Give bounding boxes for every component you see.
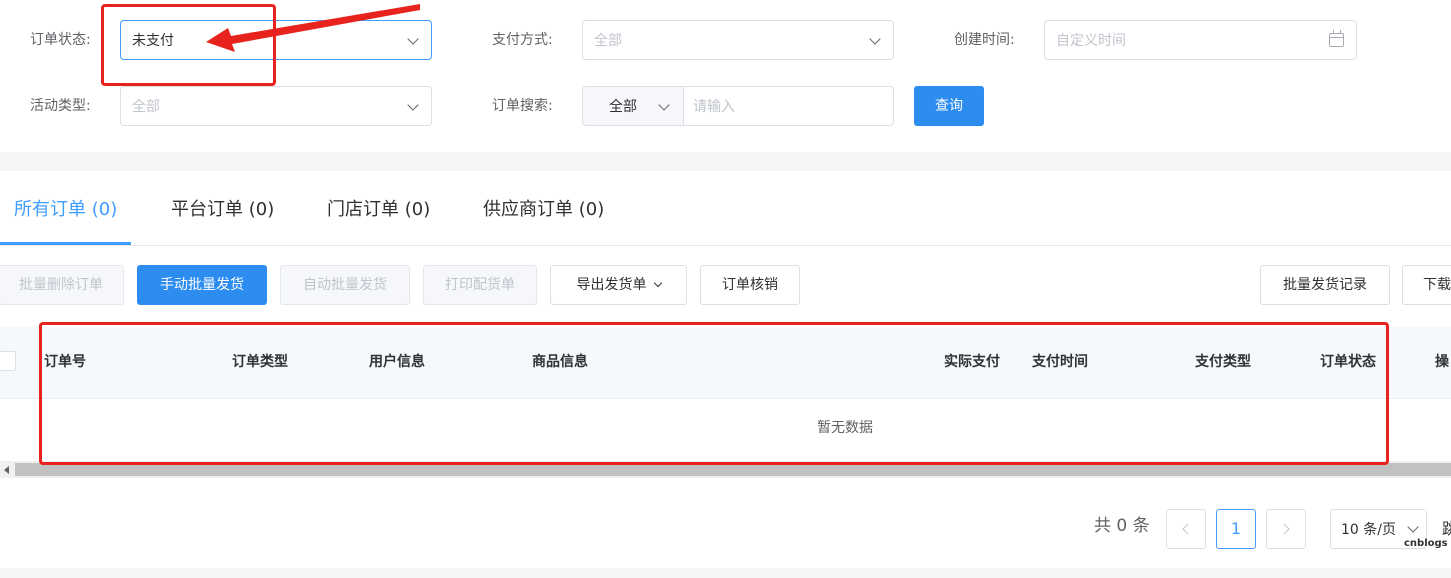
chevron-down-icon bbox=[407, 33, 419, 45]
chevron-down-icon bbox=[869, 33, 881, 45]
watermark-logo: cnblogs bbox=[1404, 538, 1448, 549]
column-order-no: 订单号 bbox=[44, 354, 86, 370]
tab-supplier-orders[interactable]: 供应商订单 (0) bbox=[483, 198, 604, 222]
order-status-select[interactable]: 未支付 bbox=[120, 20, 432, 60]
order-tabs: 所有订单 (0) 平台订单 (0) 门店订单 (0) 供应商订单 (0) bbox=[0, 171, 1451, 246]
auto-batch-ship-button[interactable]: 自动批量发货 bbox=[280, 265, 410, 305]
batch-delete-button[interactable]: 批量删除订单 bbox=[0, 265, 124, 305]
column-order-status: 订单状态 bbox=[1320, 354, 1376, 370]
active-tab-indicator bbox=[0, 242, 131, 245]
export-shipping-dropdown[interactable]: 导出发货单 bbox=[550, 265, 687, 305]
column-order-type: 订单类型 bbox=[232, 354, 288, 370]
section-divider bbox=[0, 152, 1451, 171]
chevron-down-icon bbox=[653, 278, 662, 288]
filter-panel: 订单状态: 未支付 支付方式: 全部 创建时间: 自定义时间 活动类型: 全部 … bbox=[0, 0, 1451, 152]
order-status-label: 订单状态: bbox=[30, 32, 91, 48]
payment-method-placeholder: 全部 bbox=[594, 33, 622, 49]
search-scope-value: 全部 bbox=[609, 99, 637, 115]
table-header: 订单号 订单类型 用户信息 商品信息 实际支付 支付时间 支付类型 订单状态 操 bbox=[0, 327, 1451, 399]
prev-page-button[interactable] bbox=[1166, 509, 1206, 549]
scrollbar-thumb[interactable] bbox=[15, 463, 1451, 476]
chevron-right-icon bbox=[1278, 523, 1290, 535]
activity-type-select[interactable]: 全部 bbox=[120, 86, 432, 126]
batch-ship-records-button[interactable]: 批量发货记录 bbox=[1260, 265, 1390, 305]
order-search-group: 全部 请输入 bbox=[582, 86, 894, 126]
manual-batch-ship-button[interactable]: 手动批量发货 bbox=[137, 265, 267, 305]
order-search-input[interactable]: 请输入 bbox=[683, 86, 894, 126]
column-payment-type: 支付类型 bbox=[1195, 354, 1251, 370]
column-product-info: 商品信息 bbox=[532, 354, 588, 370]
chevron-down-icon bbox=[407, 99, 419, 111]
order-verify-button[interactable]: 订单核销 bbox=[700, 265, 800, 305]
activity-type-placeholder: 全部 bbox=[132, 99, 160, 115]
goto-page-label: 跳 bbox=[1442, 519, 1451, 538]
column-actual-payment: 实际支付 bbox=[944, 354, 1000, 370]
create-time-placeholder: 自定义时间 bbox=[1056, 33, 1126, 49]
scroll-left-icon[interactable] bbox=[4, 466, 9, 474]
select-all-checkbox[interactable] bbox=[0, 351, 16, 371]
order-status-value: 未支付 bbox=[132, 33, 174, 49]
payment-method-label: 支付方式: bbox=[492, 32, 553, 48]
empty-state-text: 暂无数据 bbox=[817, 420, 873, 436]
query-button[interactable]: 查询 bbox=[914, 86, 984, 126]
create-time-picker[interactable]: 自定义时间 bbox=[1044, 20, 1357, 60]
next-page-button[interactable] bbox=[1266, 509, 1306, 549]
order-search-label: 订单搜索: bbox=[492, 98, 553, 114]
payment-method-select[interactable]: 全部 bbox=[582, 20, 894, 60]
activity-type-label: 活动类型: bbox=[30, 98, 91, 114]
order-search-placeholder: 请输入 bbox=[693, 99, 735, 115]
search-scope-select[interactable]: 全部 bbox=[582, 86, 684, 126]
chevron-down-icon bbox=[658, 99, 670, 111]
create-time-label: 创建时间: bbox=[954, 32, 1015, 48]
page-size-value: 10 条/页 bbox=[1341, 522, 1396, 538]
chevron-down-icon bbox=[1407, 521, 1419, 533]
page-1-button[interactable]: 1 bbox=[1216, 509, 1256, 549]
column-user-info: 用户信息 bbox=[369, 354, 425, 370]
bottom-divider bbox=[0, 568, 1451, 578]
column-payment-time: 支付时间 bbox=[1032, 354, 1088, 370]
tab-platform-orders[interactable]: 平台订单 (0) bbox=[171, 198, 274, 222]
download-button[interactable]: 下载 bbox=[1402, 265, 1451, 305]
header-divider bbox=[1414, 395, 1451, 399]
column-actions: 操 bbox=[1435, 354, 1449, 370]
calendar-icon bbox=[1329, 30, 1344, 47]
print-picking-button[interactable]: 打印配货单 bbox=[423, 265, 537, 305]
tab-store-orders[interactable]: 门店订单 (0) bbox=[327, 198, 430, 222]
export-shipping-label: 导出发货单 bbox=[576, 277, 647, 293]
horizontal-scrollbar[interactable] bbox=[0, 461, 1451, 478]
tab-all-orders[interactable]: 所有订单 (0) bbox=[14, 198, 117, 222]
chevron-left-icon bbox=[1182, 523, 1194, 535]
pagination-total: 共 0 条 bbox=[1094, 516, 1150, 536]
